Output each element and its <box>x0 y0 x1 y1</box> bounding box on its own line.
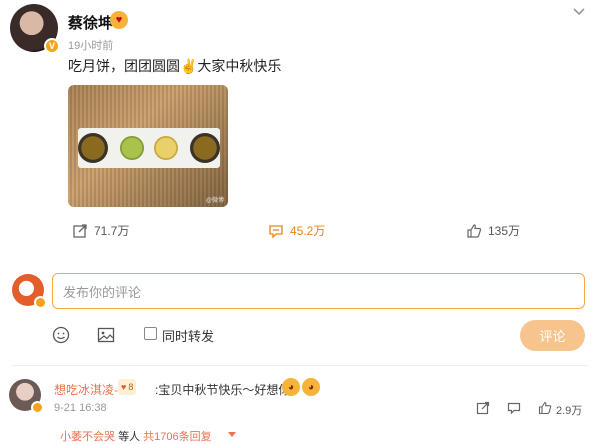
replies-middle: 等人 <box>118 431 141 443</box>
verified-badge-icon <box>31 401 44 414</box>
tea-cup <box>190 133 220 163</box>
repost-label[interactable]: 同时转发 <box>162 326 214 345</box>
like-count: 135万 <box>488 224 521 238</box>
author-name[interactable]: 蔡徐坤 <box>68 12 113 33</box>
chevron-down-icon[interactable] <box>572 4 586 18</box>
post-text: 吃月饼，团团圆圆✌️大家中秋快乐 <box>68 58 282 74</box>
my-avatar[interactable] <box>12 274 47 309</box>
caret-down-icon[interactable] <box>228 432 236 437</box>
commenter-avatar[interactable] <box>9 379 44 414</box>
comment-time: 9-21 16:38 <box>54 402 107 414</box>
tea-cup <box>78 133 108 163</box>
verified-badge-icon <box>34 296 47 309</box>
crying-emoji-icon: ◕ <box>302 378 320 396</box>
heart-eyes-emoji-icon: ♥ <box>110 11 128 29</box>
crying-emoji-icon: ◕ <box>282 378 300 396</box>
comment-button[interactable]: 45.2万 <box>268 222 325 239</box>
replies-link[interactable]: 小萎不会哭 等人 共1706条回复 <box>60 428 212 444</box>
mooncake-yellow <box>154 136 178 160</box>
comment-text: :宝贝中秋节快乐～好想你 <box>155 383 291 397</box>
author-avatar[interactable]: V <box>10 4 60 54</box>
image-icon[interactable] <box>97 326 115 344</box>
comment-input[interactable]: 发布你的评论 <box>52 273 585 309</box>
fan-badge-level: 8 <box>128 382 134 392</box>
comment-input-placeholder: 发布你的评论 <box>63 284 142 300</box>
submit-comment-button[interactable]: 评论 <box>520 320 585 351</box>
repost-button[interactable]: 71.7万 <box>72 222 129 239</box>
repost-checkbox[interactable] <box>144 327 157 340</box>
comment-icon <box>269 224 283 239</box>
post-time[interactable]: 19小时前 <box>68 37 113 53</box>
repost-icon[interactable] <box>476 401 490 415</box>
comment-icon[interactable] <box>507 401 521 415</box>
repost-count: 71.7万 <box>94 224 130 238</box>
fan-badge: ♥ 8 <box>118 379 137 395</box>
comment-like-count: 2.9万 <box>556 405 583 417</box>
image-watermark: @微博 <box>205 198 224 204</box>
divider <box>12 365 588 366</box>
mooncake-green <box>120 136 144 160</box>
post-image[interactable]: @微博 <box>68 85 228 207</box>
reply-user: 小萎不会哭 <box>60 431 115 443</box>
emoji-icon[interactable] <box>52 326 70 344</box>
fan-badge-heart-icon: ♥ <box>121 382 127 392</box>
thumbs-up-icon <box>467 223 482 238</box>
verified-badge-icon: V <box>44 38 60 54</box>
like-button[interactable]: 135万 <box>466 222 520 239</box>
comment-count: 45.2万 <box>290 224 326 238</box>
replies-count: 共1706条回复 <box>143 431 212 443</box>
tray <box>78 128 220 168</box>
commenter-name[interactable]: 想吃冰淇凌- <box>54 381 118 398</box>
repost-icon <box>73 223 87 238</box>
thumbs-up-icon[interactable] <box>538 401 552 415</box>
